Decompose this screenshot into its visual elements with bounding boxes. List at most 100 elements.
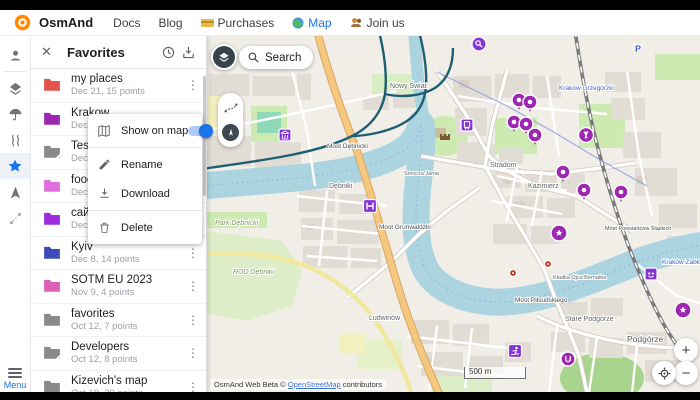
map-search-button[interactable]: Search <box>239 46 313 69</box>
layers-icon <box>8 81 23 96</box>
history-icon[interactable] <box>158 42 178 62</box>
castle-icon <box>440 134 450 140</box>
folder-meta: Dec 21, 15 points <box>71 86 184 97</box>
kebab-menu-icon[interactable]: ⋮ <box>184 78 202 92</box>
purchases-card-icon <box>201 18 214 28</box>
compass-button[interactable] <box>222 124 239 141</box>
map-label: Kładka Ojca Bernatka <box>553 275 607 281</box>
menu-divider <box>88 210 202 211</box>
kebab-menu-icon[interactable]: ⋮ <box>184 313 202 327</box>
u-pin <box>561 352 575 366</box>
map-layers-button[interactable] <box>211 44 237 70</box>
poi-tram-icon[interactable] <box>461 119 473 131</box>
nav-link-blog[interactable]: Blog <box>159 16 183 30</box>
map-label: Park Dębnicki <box>215 220 259 227</box>
map-label: Smocza Jama <box>404 171 440 177</box>
show-on-map-toggle[interactable] <box>188 126 212 136</box>
sidebar-item-favorites[interactable] <box>0 153 30 179</box>
poi-hostel-icon[interactable] <box>364 200 377 213</box>
hidden-eye-icon <box>53 353 63 363</box>
nav-link-docs[interactable]: Docs <box>113 16 140 30</box>
parking-label: P <box>635 44 641 54</box>
wine-pin <box>579 128 594 143</box>
poi-theatre-icon[interactable] <box>645 268 657 280</box>
folder-name: favorites <box>71 308 184 320</box>
list-item[interactable]: favorites Oct 12, 7 points ⋮ <box>31 304 206 338</box>
folder-context-menu: Show on map Rename Download Delete <box>88 114 202 244</box>
kebab-menu-icon[interactable]: ⋮ <box>184 380 202 392</box>
map-attribution: OsmAnd Web Beta © OpenStreetMap contribu… <box>210 379 386 390</box>
list-item[interactable]: SOTM EU 2023 Nov 9, 4 points ⋮ <box>31 270 206 304</box>
kebab-menu-icon[interactable]: ⋮ <box>184 246 202 260</box>
left-icon-rail: Menu <box>0 36 31 392</box>
community-icon <box>350 17 363 28</box>
folder-meta: Oct 12, 8 points <box>71 354 184 365</box>
favorites-header: ✕ Favorites <box>31 36 206 69</box>
download-icon <box>96 186 112 202</box>
folder-icon <box>43 278 61 294</box>
menu-label[interactable]: Menu <box>0 380 30 390</box>
sidebar-item-navigation[interactable] <box>0 179 30 205</box>
umbrella-icon <box>8 107 23 122</box>
map-tools-panel <box>218 93 243 147</box>
map-label: Stare Podgórze <box>565 316 614 323</box>
star-pin <box>551 225 567 241</box>
map-label: Most Powstańców Śląskich <box>605 224 671 232</box>
map-canvas[interactable]: Nowy Świat Most Dębnicki Dębniki Smocza … <box>207 36 700 392</box>
openstreetmap-link[interactable]: OpenStreetMap <box>288 380 341 389</box>
plan-route-icon <box>8 211 23 226</box>
close-icon[interactable]: ✕ <box>41 44 57 60</box>
list-item[interactable]: my places Dec 21, 15 points ⋮ <box>31 69 206 103</box>
map-label: Dębniki <box>329 183 353 190</box>
list-item[interactable]: Developers Oct 12, 8 points ⋮ <box>31 337 206 371</box>
nav-link-map[interactable]: Map <box>292 16 331 30</box>
sidebar-item-configure-map[interactable] <box>0 75 30 101</box>
menu-item-download[interactable]: Download <box>88 179 202 208</box>
locate-button[interactable] <box>652 361 676 385</box>
menu-divider <box>88 147 202 148</box>
sidebar-item-plan-route[interactable] <box>0 205 30 231</box>
poi-ski-icon[interactable] <box>509 345 522 358</box>
map-label: Most Grunwaldzki <box>379 224 431 231</box>
folder-name: SOTM EU 2023 <box>71 274 184 286</box>
poi-search-pin[interactable] <box>472 37 486 51</box>
map-label: Podgórze <box>627 334 664 344</box>
kebab-menu-icon[interactable]: ⋮ <box>184 346 202 360</box>
sidebar-item-weather[interactable] <box>0 101 30 127</box>
folder-name: Developers <box>71 341 184 353</box>
folder-icon <box>43 144 61 160</box>
kebab-menu-icon[interactable]: ⋮ <box>184 279 202 293</box>
folder-icon <box>43 77 61 93</box>
nav-link-join-us[interactable]: Join us <box>350 16 405 30</box>
list-item[interactable]: Kizevich's map Oct 10, 20 points ⋮ <box>31 371 206 393</box>
zoom-out-button[interactable]: − <box>674 361 698 385</box>
sidebar-item-account[interactable] <box>0 42 30 68</box>
map-label: ROD Dębniki <box>233 269 274 276</box>
folder-name: Kizevich's map <box>71 375 184 387</box>
navigation-icon <box>8 185 23 200</box>
folder-icon <box>43 245 61 261</box>
menu-item-delete[interactable]: Delete <box>88 213 202 242</box>
map-label: Nowy Świat <box>390 81 427 90</box>
zoom-in-button[interactable]: + <box>674 338 698 362</box>
folder-icon <box>43 379 61 392</box>
poi-museum-icon[interactable] <box>279 129 291 141</box>
hamburger-menu-icon[interactable] <box>8 368 22 378</box>
top-navbar: OsmAnd Docs Blog Purchases Map Join us <box>0 10 700 36</box>
folder-meta: Oct 12, 7 points <box>71 321 184 332</box>
account-icon <box>8 48 23 63</box>
folder-name: my places <box>71 73 184 85</box>
map-globe-icon <box>292 17 304 29</box>
tracks-icon <box>8 133 23 148</box>
nav-link-purchases[interactable]: Purchases <box>201 16 275 30</box>
menu-item-rename[interactable]: Rename <box>88 150 202 179</box>
sidebar-item-tracks[interactable] <box>0 127 30 153</box>
brand-title: OsmAnd <box>39 15 93 30</box>
delete-trash-icon <box>96 220 112 236</box>
menu-item-show-on-map[interactable]: Show on map <box>88 116 202 145</box>
import-icon[interactable] <box>178 42 198 62</box>
star-pin <box>675 302 691 318</box>
map-label: Most Dębnicki <box>327 143 368 150</box>
plan-route-button[interactable] <box>222 99 240 117</box>
folder-icon <box>43 211 61 227</box>
